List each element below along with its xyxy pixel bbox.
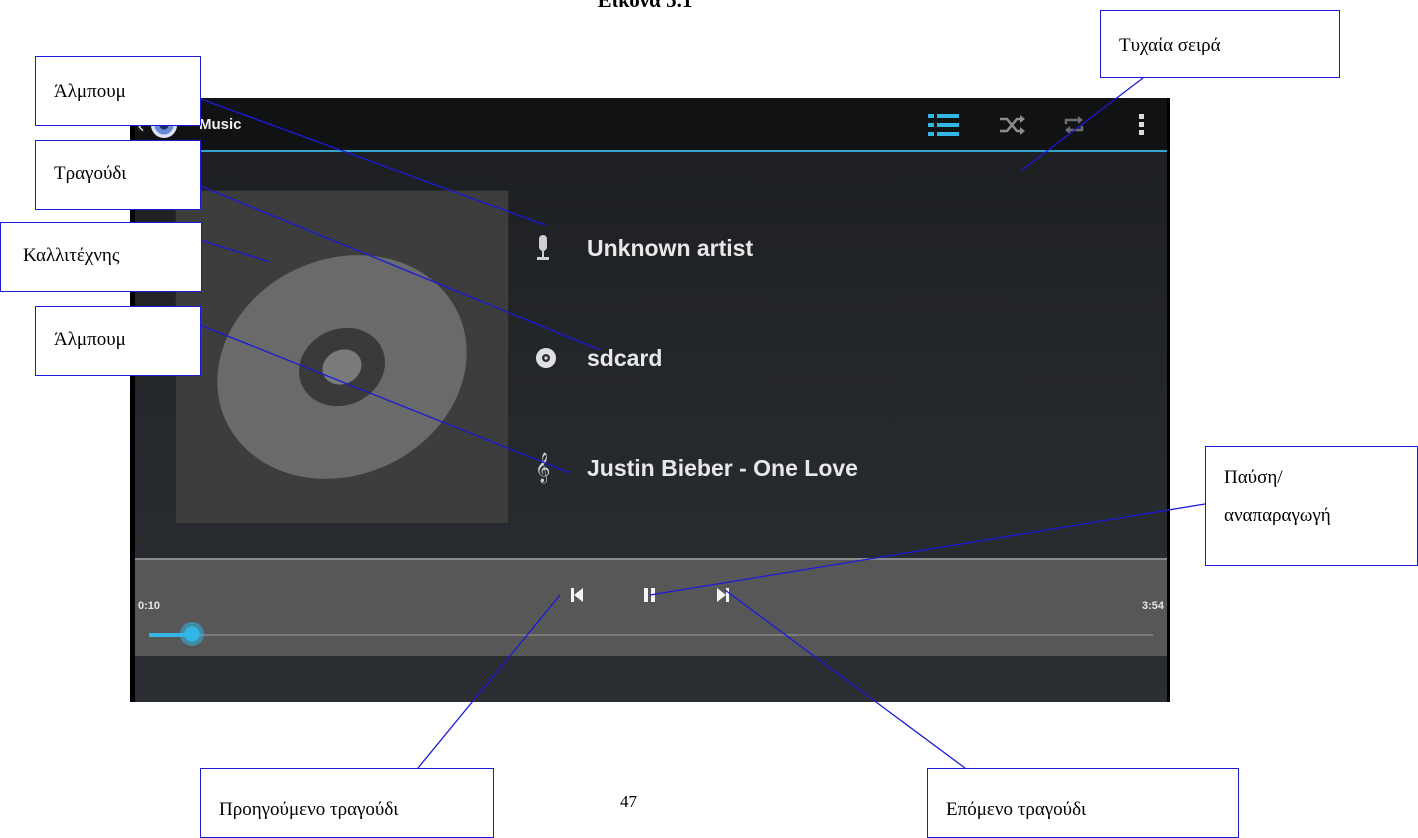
callout-artist-label: Καλλιτέχνης — [23, 245, 120, 266]
callout-album-top: Άλμπουμ — [35, 56, 201, 126]
callout-album-mid: Άλμπουμ — [35, 306, 201, 376]
callout-lines — [197, 77, 1206, 769]
callout-shuffle: Τυχαία σειρά — [1100, 10, 1340, 78]
callout-previous: Προηγούμενο τραγούδι — [200, 768, 494, 838]
callout-pause-play: Παύση/ αναπαραγωγή — [1205, 446, 1418, 566]
callout-pause-play-label-2: αναπαραγωγή — [1224, 505, 1331, 526]
callout-song-label: Τραγούδι — [54, 163, 127, 184]
callout-next-label: Επόμενο τραγούδι — [946, 799, 1087, 820]
callout-previous-label: Προηγούμενο τραγούδι — [219, 799, 399, 820]
callout-shuffle-label: Τυχαία σειρά — [1119, 35, 1221, 56]
page-number: 47 — [620, 792, 637, 811]
callout-album-mid-label: Άλμπουμ — [54, 329, 126, 350]
callout-artist: Καλλιτέχνης — [0, 222, 202, 292]
callout-album-top-label: Άλμπουμ — [54, 81, 126, 102]
callout-next: Επόμενο τραγούδι — [927, 768, 1239, 838]
callout-song: Τραγούδι — [35, 140, 201, 210]
callout-pause-play-label-1: Παύση/ — [1224, 467, 1283, 488]
